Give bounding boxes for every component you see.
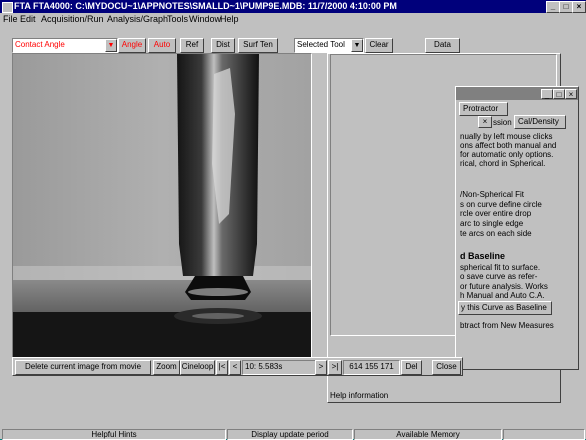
tab-session[interactable]: ssion	[493, 118, 512, 127]
protractor-text-line: for automatic only options.	[460, 150, 554, 159]
menu-bar: File Edit Acquisition/Run Analysis/Graph…	[0, 13, 586, 26]
delete-image-button[interactable]: Delete current image from movie	[15, 360, 151, 375]
protractor-maximize-button[interactable]: □	[553, 89, 565, 99]
tab-cal-density[interactable]: Cal/Density	[514, 115, 566, 129]
menu-tools[interactable]: Tools	[167, 14, 188, 24]
status-update-period: Display update period	[227, 429, 353, 440]
status-bar: Helpful Hints Display update period Avai…	[0, 429, 586, 440]
data-button[interactable]: Data	[425, 38, 460, 53]
menu-window[interactable]: Window	[189, 14, 221, 24]
status-memory: Available Memory	[354, 429, 502, 440]
cineloop-button[interactable]: Cineloop	[180, 360, 215, 375]
fit-option-line: s on curve define circle	[460, 200, 542, 209]
surf-ten-button[interactable]: Surf Ten	[238, 38, 278, 53]
fit-option-line: arc to single edge	[460, 219, 524, 228]
protractor-minimize-button[interactable]: _	[541, 89, 553, 99]
window-title: FTA FTA4000: C:\MYDOCU~1\APPNOTES\SMALLD…	[14, 1, 397, 11]
help-information-label: Help information	[330, 391, 389, 400]
baseline-text-line: o save curve as refer-	[460, 272, 538, 281]
last-frame-button[interactable]: >|	[328, 360, 342, 375]
measurement-value: Contact Angle	[15, 40, 65, 49]
frame-time-readout: 10: 5.583s	[242, 360, 316, 375]
menu-help[interactable]: Help	[220, 14, 239, 24]
baseline-text-line: spherical fit to surface.	[460, 263, 541, 272]
drop-image[interactable]	[12, 53, 312, 359]
tab-protractor[interactable]: Protractor	[459, 102, 508, 116]
close-window-button[interactable]: ×	[572, 1, 586, 13]
movie-toolbar: Delete current image from movie Zoom Cin…	[12, 357, 463, 376]
status-hints: Helpful Hints	[2, 429, 226, 440]
chevron-down-icon[interactable]: ▼	[105, 39, 117, 52]
close-button[interactable]: Close	[432, 360, 461, 375]
protractor-text-line: rical, chord in Spherical.	[460, 159, 546, 168]
fit-option-label: /Non-Spherical Fit	[460, 190, 525, 199]
dist-button[interactable]: Dist	[211, 38, 235, 53]
chevron-down-icon[interactable]: ▼	[351, 39, 363, 52]
first-frame-button[interactable]: |<	[216, 360, 228, 375]
status-extra	[503, 429, 585, 440]
fit-option-line: rcle over entire drop	[460, 209, 532, 218]
prev-frame-button[interactable]: <	[229, 360, 241, 375]
maximize-button[interactable]: □	[559, 1, 573, 13]
measurement-select[interactable]: Contact Angle ▼	[12, 38, 118, 53]
auto-button[interactable]: Auto	[148, 38, 176, 53]
menu-file[interactable]: File	[3, 14, 18, 24]
baseline-text-line: or future analysis. Works	[460, 282, 548, 291]
ref-button[interactable]: Ref	[180, 38, 204, 53]
menu-analysis[interactable]: Analysis/Graph	[107, 14, 168, 24]
zoom-button[interactable]: Zoom	[153, 360, 180, 375]
tool-select[interactable]: Selected Tool ▼	[294, 38, 364, 53]
tool-value: Selected Tool	[297, 40, 345, 49]
protractor-text-line: nually by left mouse clicks	[460, 132, 553, 141]
clear-button[interactable]: Clear	[365, 38, 393, 53]
minimize-button[interactable]: _	[546, 1, 560, 13]
app-icon	[2, 2, 13, 13]
protractor-close-button[interactable]: ×	[565, 89, 577, 99]
angle-button[interactable]: Angle	[118, 38, 146, 53]
menu-edit[interactable]: Edit	[20, 14, 36, 24]
baseline-text-line: h Manual and Auto C.A.	[460, 291, 545, 300]
pixel-stats-readout: 614 155 171	[343, 360, 400, 375]
baseline-heading: d Baseline	[460, 251, 506, 261]
drop-image-graphic	[13, 54, 311, 358]
close-icon[interactable]: ×	[478, 116, 492, 128]
protractor-text-line: ons affect both manual and	[460, 141, 557, 150]
next-frame-button[interactable]: >	[315, 360, 327, 375]
fit-option-line: te arcs on each side	[460, 229, 532, 238]
subtract-option[interactable]: btract from New Measures	[460, 321, 554, 330]
title-bar: FTA FTA4000: C:\MYDOCU~1\APPNOTES\SMALLD…	[0, 0, 586, 13]
app-window: FTA FTA4000: C:\MYDOCU~1\APPNOTES\SMALLD…	[0, 0, 586, 440]
menu-acquisition[interactable]: Acquisition/Run	[41, 14, 104, 24]
use-curve-as-baseline-button[interactable]: y this Curve as Baseline	[458, 301, 552, 315]
toolbar: Contact Angle ▼ Angle Auto Ref Dist Surf…	[0, 26, 586, 53]
del-button[interactable]: Del	[401, 360, 422, 375]
